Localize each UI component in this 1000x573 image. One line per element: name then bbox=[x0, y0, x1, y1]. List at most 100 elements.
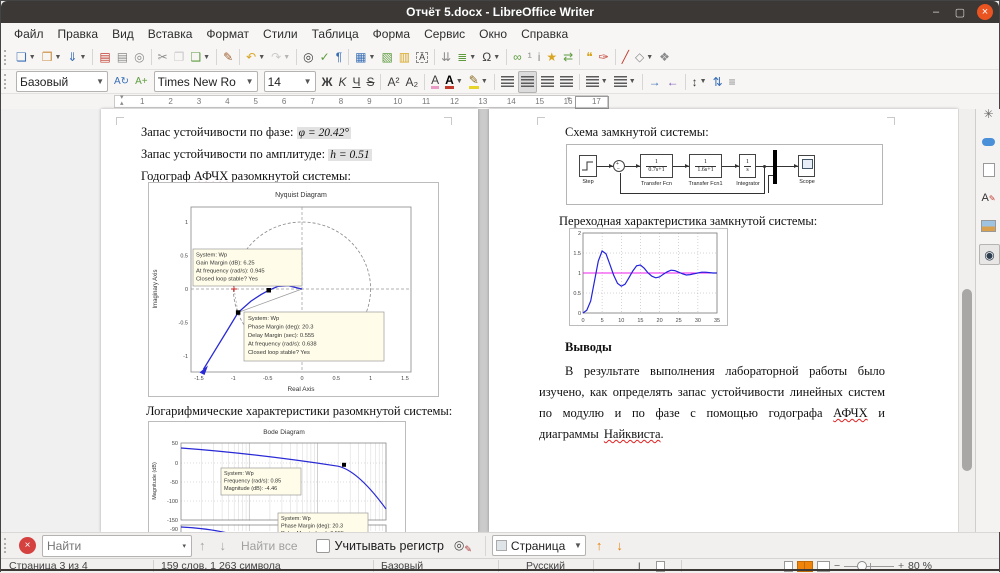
find-all-button[interactable]: Найти все bbox=[233, 539, 306, 553]
toolbar-grip[interactable] bbox=[4, 50, 8, 65]
open-button[interactable]: ❒▼ bbox=[40, 47, 64, 67]
menu-item-table[interactable]: Таблица bbox=[305, 27, 366, 41]
paste-button[interactable]: ❑▼ bbox=[188, 47, 212, 67]
align-right-button[interactable] bbox=[539, 72, 556, 92]
clear-formatting-button[interactable]: A bbox=[429, 72, 441, 92]
menu-item-file[interactable]: Файл bbox=[7, 27, 51, 41]
clone-formatting-button[interactable]: ✎ bbox=[221, 47, 235, 67]
print-preview-button[interactable]: ◎ bbox=[132, 47, 146, 67]
menu-item-form[interactable]: Форма bbox=[366, 27, 417, 41]
dropdown-arrow-icon[interactable]: ▼ bbox=[203, 54, 210, 61]
dropdown-arrow-icon[interactable]: ▼ bbox=[54, 54, 61, 61]
unordered-list-button[interactable]: ▼ bbox=[584, 72, 610, 92]
save-button[interactable]: ⇓▼ bbox=[65, 47, 88, 67]
font-name-combo[interactable]: Times New Ro ▼ bbox=[154, 71, 258, 92]
find-next-button[interactable]: ↓ bbox=[213, 538, 234, 553]
insert-bookmark-button[interactable]: ★ bbox=[544, 47, 559, 67]
bode-heading[interactable]: Логарифмические характеристики разомкнут… bbox=[119, 403, 459, 419]
new-document-button[interactable]: ❏▼ bbox=[14, 47, 38, 67]
print-button[interactable]: ▤ bbox=[115, 47, 130, 67]
toolbar-grip[interactable] bbox=[4, 74, 8, 89]
phase-margin-formula-field[interactable]: φ = 20.42° bbox=[297, 127, 351, 139]
integrator-block[interactable]: 1s bbox=[739, 154, 756, 178]
menu-item-window[interactable]: Окно bbox=[472, 27, 514, 41]
sidebar-properties-button[interactable] bbox=[979, 132, 998, 151]
zoom-slider-track[interactable] bbox=[844, 566, 894, 567]
insert-chart-button[interactable]: ▥ bbox=[397, 47, 412, 67]
menu-item-format[interactable]: Формат bbox=[199, 27, 256, 41]
find-and-replace-button[interactable]: ◎ ✎ bbox=[454, 537, 472, 555]
navigate-by-combo[interactable]: Страница ▼ bbox=[492, 535, 586, 556]
dropdown-arrow-icon[interactable]: ▼ bbox=[700, 78, 707, 85]
insert-hyperlink-button[interactable]: ∞ bbox=[511, 47, 524, 67]
superscript-button[interactable]: A² bbox=[385, 72, 401, 92]
sidebar-settings-button[interactable]: ✳ bbox=[979, 104, 998, 123]
sum-block[interactable]: + − bbox=[613, 160, 625, 172]
copy-button[interactable]: ❐ bbox=[172, 47, 187, 67]
draw-functions-button[interactable]: ❖ bbox=[657, 47, 672, 67]
insert-field-button[interactable]: ≣▼ bbox=[455, 47, 478, 67]
update-style-button[interactable]: A↻ bbox=[112, 72, 131, 92]
bode-diagram-figure[interactable]: Bode Diagram Magnitude (dB) 50 0 -50 -10… bbox=[148, 421, 406, 532]
dropdown-arrow-icon[interactable]: ▼ bbox=[629, 78, 636, 85]
sidebar-styles-button[interactable]: A✎ bbox=[979, 188, 998, 207]
find-previous-button[interactable]: ↑ bbox=[192, 538, 213, 553]
menu-item-insert[interactable]: Вставка bbox=[141, 27, 200, 41]
menu-item-styles[interactable]: Стили bbox=[256, 27, 305, 41]
special-character-button[interactable]: Ω▼ bbox=[480, 47, 502, 67]
undo-button[interactable]: ↶▼ bbox=[244, 47, 267, 67]
match-case-checkbox[interactable] bbox=[316, 539, 330, 553]
insert-line-button[interactable]: ╱ bbox=[620, 47, 631, 67]
insert-image-button[interactable]: ▧ bbox=[379, 47, 394, 67]
bold-button[interactable]: Ж bbox=[320, 72, 335, 92]
strikethrough-button[interactable]: S bbox=[364, 72, 376, 92]
dropdown-arrow-icon[interactable]: ▼ bbox=[369, 54, 376, 61]
amplitude-margin-formula-field[interactable]: h = 0.51 bbox=[328, 149, 371, 161]
dropdown-arrow-icon[interactable]: ▼ bbox=[493, 54, 500, 61]
new-style-button[interactable]: A+ bbox=[133, 72, 150, 92]
menu-item-help[interactable]: Справка bbox=[514, 27, 575, 41]
cross-reference-button[interactable]: ⇄ bbox=[561, 47, 575, 67]
export-pdf-button[interactable]: ▤ bbox=[97, 47, 112, 67]
track-changes-button[interactable]: ✑ bbox=[597, 47, 611, 67]
sidebar-page-button[interactable] bbox=[979, 160, 998, 179]
align-left-button[interactable] bbox=[499, 72, 516, 92]
transfer-fcn1-block[interactable]: 11.6s+1 bbox=[689, 154, 722, 178]
dropdown-arrow-icon[interactable]: ▼ bbox=[469, 54, 476, 61]
dropdown-arrow-icon[interactable]: ▼ bbox=[29, 54, 36, 61]
menu-item-tools[interactable]: Сервис bbox=[417, 27, 472, 41]
dropdown-arrow-icon[interactable]: ▼ bbox=[601, 78, 608, 85]
mux-block[interactable] bbox=[773, 150, 777, 184]
step-response-figure[interactable]: 2 1.5 1 0.5 0 0 5 10 15 20 25 30 35 bbox=[569, 228, 728, 326]
ordered-list-button[interactable]: ▼ bbox=[612, 72, 638, 92]
conclusions-title[interactable]: Выводы bbox=[565, 339, 612, 355]
increase-indent-button[interactable]: → bbox=[647, 72, 663, 92]
page-4[interactable]: Схема замкнутой системы: Step + − 10.7s bbox=[489, 109, 958, 532]
formatting-marks-button[interactable]: ¶ bbox=[334, 47, 344, 67]
line-spacing-button[interactable]: ↕▼ bbox=[690, 72, 709, 92]
dropdown-arrow-icon[interactable]: ▼ bbox=[258, 54, 265, 61]
insert-footnote-button[interactable]: ¹ bbox=[526, 47, 534, 67]
nyquist-diagram-figure[interactable]: Nyquist Diagram Imaginary Axis Real Axis… bbox=[148, 182, 439, 397]
menu-item-view[interactable]: Вид bbox=[105, 27, 141, 41]
step-block[interactable] bbox=[579, 155, 597, 177]
right-indent-marker-icon[interactable]: ▾ bbox=[567, 97, 571, 103]
insert-comment-button[interactable]: ❝ bbox=[584, 47, 594, 67]
paragraph-space-decrease-button[interactable]: ≡ bbox=[727, 72, 738, 92]
jump-previous-button[interactable]: ↑ bbox=[589, 538, 610, 553]
chevron-down-icon[interactable]: ▼ bbox=[242, 77, 254, 86]
chevron-down-icon[interactable]: ▼ bbox=[570, 541, 582, 550]
page-break-button[interactable]: ⇊ bbox=[439, 47, 453, 67]
simulink-block-diagram[interactable]: Step + − 10.7s+1 Transfer Fcn 11.6s+1 Tr… bbox=[566, 144, 883, 205]
align-center-button[interactable] bbox=[518, 71, 537, 93]
menu-item-edit[interactable]: Правка bbox=[51, 27, 106, 41]
scheme-heading[interactable]: Схема замкнутой системы: bbox=[539, 124, 889, 140]
jump-next-button[interactable]: ↓ bbox=[609, 538, 630, 553]
transfer-fcn-block[interactable]: 10.7s+1 bbox=[640, 154, 673, 178]
find-replace-button[interactable]: ◎ bbox=[301, 47, 315, 67]
dropdown-arrow-icon[interactable]: ▼ bbox=[456, 78, 463, 85]
maximize-button[interactable]: ▢ bbox=[953, 6, 967, 19]
dropdown-arrow-icon[interactable]: ▼ bbox=[79, 54, 86, 61]
dropdown-arrow-icon[interactable]: ▼ bbox=[481, 78, 488, 85]
paragraph-style-combo[interactable]: Базовый ▼ bbox=[16, 71, 108, 92]
